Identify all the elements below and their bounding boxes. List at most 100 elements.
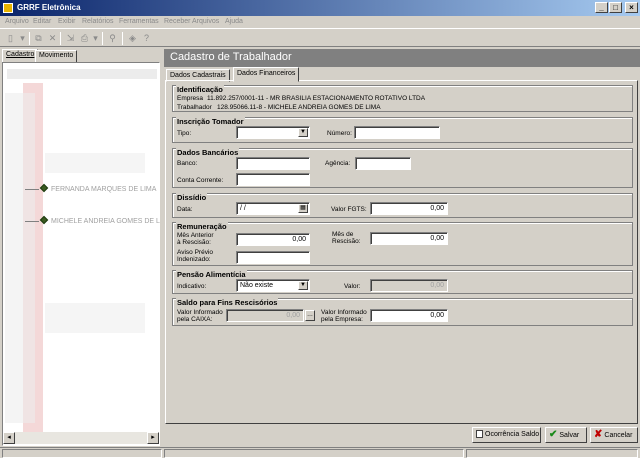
menu-receber-arquivos[interactable]: Receber Arquivos — [164, 18, 219, 25]
menu-arquivo[interactable]: Arquivo — [5, 18, 29, 25]
minimize-button[interactable]: _ — [595, 2, 608, 13]
status-panel — [2, 449, 162, 458]
empresa-value: 11.892.257/0001-11 - MR BRASILIA ESTACIO… — [207, 95, 426, 102]
valor-fgts-value: 0,00 — [430, 205, 444, 212]
indicativo-value: Não existe — [240, 282, 274, 289]
indicativo-label: Indicativo: — [177, 283, 207, 290]
cancel-label: Cancelar — [604, 432, 633, 439]
tipo-select[interactable]: ▼ — [236, 126, 310, 139]
menu-relatorios[interactable]: Relatórios — [82, 18, 114, 25]
tab-dados-cadastrais-label: Dados Cadastrais — [170, 72, 226, 79]
status-bar — [0, 447, 640, 458]
document-icon — [476, 430, 483, 439]
tree-item[interactable]: FERNANDA MARQUES DE LIMA — [39, 183, 157, 193]
data-input[interactable]: / / ▦ — [236, 202, 310, 215]
form-header: Cadastro de Trabalhador — [164, 49, 640, 67]
group-title: Inscrição Tomador — [176, 117, 245, 126]
aviso-previo-input[interactable] — [236, 251, 310, 264]
valor-caixa-label: pela CAIXA: — [177, 316, 213, 323]
app-icon — [3, 3, 13, 13]
tab-cadastro[interactable]: Cadastro — [2, 49, 39, 63]
conta-corrente-label: Conta Corrente: — [177, 177, 224, 184]
tree-item-label: FERNANDA MARQUES DE LIMA — [51, 186, 157, 193]
form-content: Identificação Empresa 11.892.257/0001-11… — [165, 80, 638, 424]
mes-anterior-label: à Rescisão: — [177, 239, 211, 246]
agencia-label: Agência: — [325, 160, 351, 167]
valor-fgts-label: Valor FGTS: — [331, 206, 367, 213]
dropdown-icon[interactable]: ▾ — [16, 32, 29, 44]
valor-pensao-value: 0,00 — [430, 282, 444, 289]
delete-icon[interactable]: ✕ — [46, 32, 59, 44]
close-button[interactable]: × — [625, 2, 638, 13]
save-label: Salvar — [559, 432, 580, 439]
help-icon[interactable]: ? — [140, 32, 153, 44]
valor-caixa-value: 0,00 — [286, 312, 300, 319]
scroll-left-icon[interactable]: ◂ — [3, 432, 15, 444]
group-title: Identificação — [176, 85, 224, 94]
copy-icon[interactable]: ⧉ — [32, 32, 45, 44]
print-dropdown-icon[interactable]: ▾ — [89, 32, 102, 44]
indicativo-select[interactable]: Não existe ▼ — [236, 279, 310, 292]
ellipsis-icon[interactable]: … — [305, 310, 315, 321]
valor-empresa-value: 0,00 — [430, 312, 444, 319]
valor-empresa-label: pela Empresa: — [321, 316, 363, 323]
menu-bar: Arquivo Editar Exibir Relatórios Ferrame… — [0, 16, 640, 29]
chevron-down-icon[interactable]: ▼ — [298, 281, 308, 290]
mes-rescisao-input[interactable]: 0,00 — [370, 232, 448, 245]
tree-item[interactable]: MICHELE ANDREIA GOMES DE L — [39, 215, 160, 225]
menu-ajuda[interactable]: Ajuda — [225, 18, 243, 25]
close-icon: ✘ — [594, 429, 603, 440]
ocorrencia-saldo-button[interactable]: Ocorrência Saldo — [472, 427, 541, 443]
group-title: Saldo para Fins Rescisórios — [176, 298, 279, 307]
group-title: Pensão Alimentícia — [176, 270, 247, 279]
status-panel — [466, 449, 638, 458]
trabalhador-value: 128.95066.11-8 - MICHELE ANDREIA GOMES D… — [217, 104, 381, 111]
window-title: GRRF Eletrônica — [17, 3, 81, 12]
data-label: Data: — [177, 206, 193, 213]
import-icon[interactable]: ⇲ — [64, 32, 77, 44]
status-panel — [164, 449, 464, 458]
check-icon: ✔ — [549, 429, 558, 440]
menu-ferramentas[interactable]: Ferramentas — [119, 18, 159, 25]
mes-rescisao-value: 0,00 — [430, 235, 444, 242]
horizontal-scrollbar[interactable]: ◂ ▸ — [3, 432, 159, 444]
group-remuneracao: Remuneração Mês Anterior à Rescisão: 0,0… — [172, 222, 633, 266]
numero-input[interactable] — [354, 126, 440, 139]
cancel-button[interactable]: ✘ Cancelar — [590, 427, 638, 443]
tipo-label: Tipo: — [177, 130, 192, 137]
page-title: Cadastro de Trabalhador — [170, 51, 292, 63]
tree-item-label: MICHELE ANDREIA GOMES DE L — [51, 218, 160, 225]
trabalhador-label: Trabalhador — [177, 104, 212, 111]
tab-dados-financeiros[interactable]: Dados Financeiros — [233, 67, 300, 82]
group-identificacao: Identificação Empresa 11.892.257/0001-11… — [172, 85, 633, 112]
aviso-previo-label: Indenizado: — [177, 256, 211, 263]
agencia-input[interactable] — [355, 157, 411, 170]
calendar-icon[interactable]: ▦ — [298, 204, 308, 213]
group-title: Remuneração — [176, 222, 228, 231]
chevron-down-icon[interactable]: ▼ — [298, 128, 308, 137]
search-icon[interactable]: ⚲ — [106, 32, 119, 44]
mes-anterior-input[interactable]: 0,00 — [236, 233, 310, 246]
valor-empresa-input[interactable]: 0,00 — [370, 309, 448, 322]
conta-corrente-input[interactable] — [236, 173, 310, 186]
scroll-right-icon[interactable]: ▸ — [147, 432, 159, 444]
valor-pensao-input: 0,00 — [370, 279, 448, 292]
menu-editar[interactable]: Editar — [33, 18, 51, 25]
worker-icon — [39, 215, 49, 225]
maximize-button[interactable]: □ — [609, 2, 622, 13]
menu-exibir[interactable]: Exibir — [58, 18, 76, 25]
mes-anterior-value: 0,00 — [292, 236, 306, 243]
empresa-label: Empresa — [177, 95, 204, 102]
group-title: Dados Bancários — [176, 148, 240, 157]
tool-icon[interactable]: ◈ — [126, 32, 139, 44]
save-button[interactable]: ✔ Salvar — [545, 427, 587, 443]
banco-label: Banco: — [177, 160, 198, 167]
valor-pensao-label: Valor: — [344, 283, 361, 290]
tree-view[interactable]: FERNANDA MARQUES DE LIMA MICHELE ANDREIA… — [2, 62, 160, 446]
banco-input[interactable] — [236, 157, 310, 170]
valor-fgts-input[interactable]: 0,00 — [370, 202, 448, 215]
left-tabs: Cadastro Movimento — [2, 49, 162, 63]
group-dados-bancarios: Dados Bancários Banco: Agência: Conta Co… — [172, 148, 633, 188]
numero-label: Número: — [327, 130, 352, 137]
group-saldo-rescisorios: Saldo para Fins Rescisórios Valor Inform… — [172, 298, 633, 326]
